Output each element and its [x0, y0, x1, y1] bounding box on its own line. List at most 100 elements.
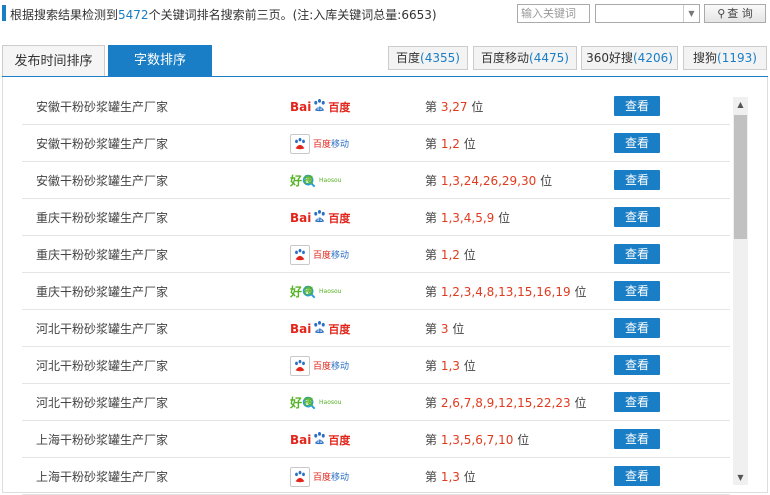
paw-icon: du: [312, 320, 327, 338]
results-list[interactable]: 安徽干粉砂浆罐生产厂家 Bai du 百度第 3,27 位查看 安徽干粉砂浆罐生产厂家百…: [22, 88, 730, 495]
engine-filter-sogou[interactable]: 搜狗(1193): [683, 46, 767, 70]
rank-prefix: 第: [425, 174, 438, 188]
keyword-text: 安徽干粉砂浆罐生产厂家: [36, 137, 169, 151]
haosou-logo-text: Haosou: [319, 288, 342, 295]
view-button[interactable]: 查看: [614, 244, 660, 264]
haosou-logo-icon: 好搜 Haosou: [290, 281, 341, 302]
baidu-logo-text: Bai: [290, 321, 312, 336]
detected-count: 5472: [118, 8, 149, 22]
result-row: 安徽干粉砂浆罐生产厂家 百度 移动 第 1,2 位 查看: [22, 125, 730, 162]
list-scrollbar[interactable]: ▲ ▼: [733, 97, 748, 485]
result-row: 安徽干粉砂浆罐生产厂家 Bai du 百度 第 3,27 位 查看: [22, 88, 730, 125]
keyword-text: 上海干粉砂浆罐生产厂家: [36, 470, 169, 484]
baidu-logo-text: Bai: [290, 99, 312, 114]
magnifier-icon: 搜: [302, 285, 316, 299]
view-button[interactable]: 查看: [614, 133, 660, 153]
query-button-label: 查 询: [727, 7, 753, 20]
view-button[interactable]: 查看: [614, 170, 660, 190]
haosou-logo-text: Haosou: [319, 177, 342, 184]
svg-text:du: du: [317, 217, 323, 223]
engine-name: 360好搜: [586, 51, 633, 65]
magnifier-icon: 搜: [302, 174, 316, 188]
svg-text:du: du: [317, 439, 323, 445]
rank-positions: 3: [440, 322, 449, 336]
rank-text: 第 1,2,3,4,8,13,15,16,19 位: [425, 283, 586, 300]
engine-name: 百度: [396, 51, 421, 65]
mobile-logo-text: 移动: [331, 473, 350, 483]
engine-filter-baidu[interactable]: 百度(4355): [388, 46, 468, 70]
baidu-mobile-logo-icon: 百度 移动: [290, 355, 349, 376]
rank-text: 第 1,3,4,5,9 位: [425, 209, 510, 226]
rank-positions: 1,2: [440, 248, 460, 262]
baidu-logo-text: 百度: [328, 211, 351, 225]
rank-suffix: 位: [574, 285, 587, 299]
query-button[interactable]: ⚲ 查 询: [704, 4, 766, 23]
rank-text: 第 3,27 位: [425, 98, 483, 115]
rank-suffix: 位: [498, 211, 511, 225]
paw-icon: du: [312, 431, 327, 449]
haosou-logo-icon: 好搜 Haosou: [290, 392, 341, 413]
view-button[interactable]: 查看: [614, 392, 660, 412]
view-button[interactable]: 查看: [614, 207, 660, 227]
view-button[interactable]: 查看: [614, 96, 660, 116]
rank-text: 第 1,2 位: [425, 135, 476, 152]
result-row: 重庆干粉砂浆罐生产厂家 好搜 Haosou 第 1,2,3,4,8,13,15,16,…: [22, 273, 730, 310]
result-row: 安徽干粉砂浆罐生产厂家 好搜 Haosou 第 1,3,24,26,29,30 位 查看: [22, 162, 730, 199]
engine-filter-baidu-mobile[interactable]: 百度移动(4475): [473, 46, 577, 70]
baidu-logo-text: 百度: [328, 433, 351, 447]
rank-prefix: 第: [425, 137, 438, 151]
view-button[interactable]: 查看: [614, 429, 660, 449]
haosou-logo-text: 搜: [304, 397, 314, 408]
mobile-logo-text: 百度: [313, 251, 332, 261]
paw-icon: [290, 355, 310, 376]
rank-prefix: 第: [425, 433, 438, 447]
chevron-down-icon[interactable]: ▼: [683, 5, 699, 22]
rank-positions: 1,3,4,5,9: [440, 211, 495, 225]
summary-prefix: 根据搜索结果检测到: [10, 8, 119, 22]
baidu-logo-text: Bai: [290, 210, 312, 225]
scroll-up-arrow-icon[interactable]: ▲: [733, 97, 748, 112]
engine-name: 搜狗: [693, 51, 718, 65]
keyword-text: 河北干粉砂浆罐生产厂家: [36, 396, 169, 410]
haosou-logo-text: 好: [290, 396, 303, 410]
rank-positions: 1,3,24,26,29,30: [440, 174, 537, 188]
haosou-logo-text: Haosou: [319, 399, 342, 406]
tab-sort-by-time[interactable]: 发布时间排序: [2, 45, 105, 77]
mobile-logo-text: 百度: [313, 362, 332, 372]
scroll-down-arrow-icon[interactable]: ▼: [733, 470, 748, 485]
mobile-logo-text: 百度: [313, 473, 332, 483]
view-button[interactable]: 查看: [614, 281, 660, 301]
keyword-text: 重庆干粉砂浆罐生产厂家: [36, 248, 169, 262]
engine-select[interactable]: ▼: [595, 4, 700, 23]
haosou-logo-icon: 好搜 Haosou: [290, 170, 341, 191]
view-button[interactable]: 查看: [614, 355, 660, 375]
result-row: 上海干粉砂浆罐生产厂家 百度 移动 第 1,3 位 查看: [22, 458, 730, 495]
keyword-text: 安徽干粉砂浆罐生产厂家: [36, 174, 169, 188]
rank-suffix: 位: [463, 248, 476, 262]
baidu-logo-icon: Bai du 百度: [290, 96, 350, 117]
paw-icon: du: [312, 98, 327, 116]
rank-suffix: 位: [471, 100, 484, 114]
rank-text: 第 2,6,7,8,9,12,15,22,23 位: [425, 394, 586, 411]
rank-suffix: 位: [463, 137, 476, 151]
view-button[interactable]: 查看: [614, 318, 660, 338]
rank-text: 第 1,3,24,26,29,30 位: [425, 172, 552, 189]
engine-filter-haosou[interactable]: 360好搜(4206): [581, 46, 678, 70]
keyword-search-input[interactable]: [517, 4, 590, 23]
tab-sort-by-length[interactable]: 字数排序: [108, 45, 212, 77]
view-button[interactable]: 查看: [614, 466, 660, 486]
search-icon: ⚲: [717, 7, 726, 20]
rank-positions: 2,6,7,8,9,12,15,22,23: [440, 396, 571, 410]
rank-prefix: 第: [425, 285, 438, 299]
engine-count: (1193): [717, 51, 757, 65]
keyword-text: 安徽干粉砂浆罐生产厂家: [36, 100, 169, 114]
rank-positions: 1,3: [440, 470, 460, 484]
baidu-logo-text: Bai: [290, 432, 312, 447]
keyword-text: 重庆干粉砂浆罐生产厂家: [36, 211, 169, 225]
haosou-logo-text: 搜: [304, 175, 314, 186]
rank-suffix: 位: [463, 359, 476, 373]
engine-count: (4206): [633, 51, 673, 65]
scrollbar-thumb[interactable]: [734, 115, 747, 239]
rank-text: 第 1,3 位: [425, 468, 476, 485]
baidu-mobile-logo-icon: 百度 移动: [290, 244, 349, 265]
